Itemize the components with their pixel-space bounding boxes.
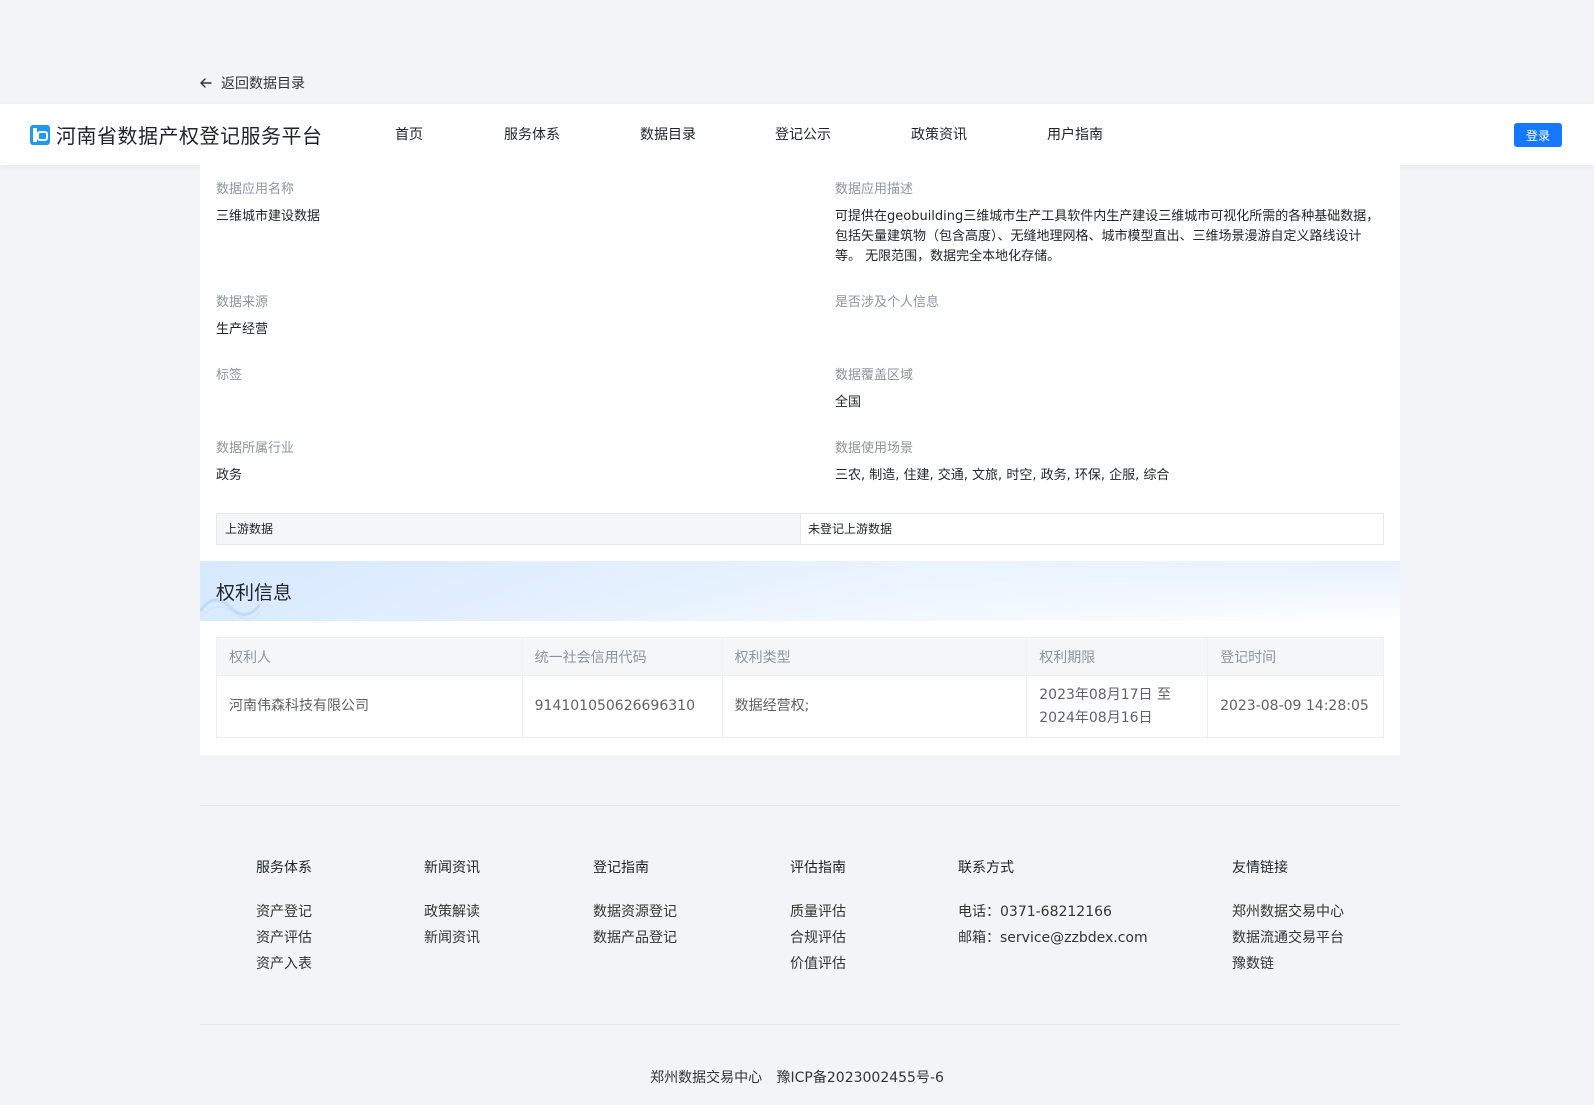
footer-link[interactable]: 价值评估 — [790, 951, 846, 977]
field-label: 数据来源 — [216, 295, 269, 310]
field-app-name: 数据应用名称 三维城市建设数据 — [216, 181, 776, 227]
cell-right-period: 2023年08月17日 至 2024年08月16日 — [1026, 675, 1209, 738]
footer-heading: 评估指南 — [790, 860, 846, 876]
period-start: 2023年08月17日 至 — [1039, 686, 1171, 703]
icp-number[interactable]: 豫ICP备2023002455号-6 — [777, 1070, 944, 1086]
copyright-bar: 郑州数据交易中心 豫ICP备2023002455号-6 — [0, 1067, 1594, 1087]
cell-reg-time: 2023-08-09 14:28:05 — [1207, 675, 1384, 738]
footer-col-contact: 联系方式 电话：0371-68212166 邮箱：service@zzbdex.… — [958, 857, 1148, 951]
footer-heading: 友情链接 — [1232, 860, 1288, 876]
footer-divider-top — [200, 805, 1400, 806]
nav-item-policy[interactable]: 政策资讯 — [911, 124, 967, 144]
field-label: 数据所属行业 — [216, 441, 295, 456]
site-title: 河南省数据产权登记服务平台 — [56, 124, 323, 148]
footer-link[interactable]: 资产登记 — [256, 899, 312, 925]
footer-link[interactable]: 郑州数据交易中心 — [1232, 899, 1344, 925]
field-label: 数据应用描述 — [835, 182, 914, 197]
nav-item-services[interactable]: 服务体系 — [504, 124, 560, 144]
cell-credit-code: 914101050626696310 — [521, 675, 723, 738]
footer-phone: 电话：0371-68212166 — [958, 904, 1112, 920]
footer-link[interactable]: 新闻资讯 — [424, 925, 480, 951]
column-header-holder: 权利人 — [216, 637, 523, 676]
field-app-description: 数据应用描述 可提供在geobuilding三维城市生产工具软件内生产建设三维城… — [835, 181, 1384, 267]
field-value: 全国 — [835, 395, 862, 410]
footer-col-friend-links: 友情链接 郑州数据交易中心 数据流通交易平台 豫数链 — [1232, 857, 1344, 977]
footer-link[interactable]: 数据产品登记 — [593, 925, 677, 951]
field-label: 数据使用场景 — [835, 441, 914, 456]
upstream-data-value: 未登记上游数据 — [808, 522, 893, 536]
field-label: 数据覆盖区域 — [835, 368, 914, 383]
column-header-right-type: 权利类型 — [721, 637, 1028, 676]
field-usage-scenarios: 数据使用场景 三农, 制造, 住建, 交通, 文旅, 时空, 政务, 环保, 企… — [835, 440, 1384, 486]
field-tags: 标签 — [216, 367, 776, 393]
footer-link[interactable]: 豫数链 — [1232, 951, 1344, 977]
copyright-org: 郑州数据交易中心 — [650, 1070, 763, 1086]
upstream-data-row: 上游数据 未登记上游数据 — [216, 513, 1384, 545]
table-header-row: 权利人 统一社会信用代码 权利类型 权利期限 登记时间 — [216, 637, 1384, 676]
field-data-source: 数据来源 生产经营 — [216, 294, 776, 340]
column-header-right-period: 权利期限 — [1026, 637, 1209, 676]
footer-link[interactable]: 数据流通交易平台 — [1232, 925, 1344, 951]
rights-section-title: 权利信息 — [216, 582, 293, 604]
footer-heading: 联系方式 — [958, 860, 1014, 876]
footer-heading: 登记指南 — [593, 860, 649, 876]
field-industry: 数据所属行业 政务 — [216, 440, 776, 486]
upstream-data-label: 上游数据 — [217, 514, 801, 544]
footer-link[interactable]: 资产评估 — [256, 925, 312, 951]
field-value: 政务 — [216, 468, 243, 483]
footer-col-news: 新闻资讯 政策解读 新闻资讯 — [424, 857, 480, 951]
banner-decoration — [200, 561, 1400, 621]
brand[interactable]: 河南省数据产权登记服务平台 — [30, 120, 323, 149]
column-header-credit-code: 统一社会信用代码 — [521, 637, 723, 676]
footer-link[interactable]: 数据资源登记 — [593, 899, 677, 925]
footer-divider-bottom — [200, 1024, 1400, 1025]
nav-item-guide[interactable]: 用户指南 — [1047, 124, 1103, 144]
field-label: 是否涉及个人信息 — [835, 295, 940, 310]
nav-item-announcements[interactable]: 登记公示 — [775, 124, 831, 144]
field-label: 标签 — [216, 368, 243, 383]
rights-section-header: 权利信息 — [200, 561, 1400, 621]
footer-link[interactable]: 政策解读 — [424, 899, 480, 925]
rights-table: 权利人 统一社会信用代码 权利类型 权利期限 登记时间 河南伟森科技有限公司 9… — [216, 637, 1384, 738]
back-to-catalog-link[interactable]: 返回数据目录 — [199, 73, 305, 93]
footer-link[interactable]: 质量评估 — [790, 899, 846, 925]
footer-email[interactable]: 邮箱：service@zzbdex.com — [958, 925, 1148, 951]
field-value: 三农, 制造, 住建, 交通, 文旅, 时空, 政务, 环保, 企服, 综合 — [835, 468, 1170, 483]
detail-card: 数据应用名称 三维城市建设数据 数据应用描述 可提供在geobuilding三维… — [200, 165, 1400, 755]
table-row: 河南伟森科技有限公司 914101050626696310 数据经营权; 202… — [216, 675, 1384, 738]
footer-col-registration-guide: 登记指南 数据资源登记 数据产品登记 — [593, 857, 677, 951]
top-navbar: 河南省数据产权登记服务平台 首页 服务体系 数据目录 登记公示 政策资讯 用户指… — [0, 104, 1594, 165]
field-value: 生产经营 — [216, 322, 269, 337]
footer-col-services: 服务体系 资产登记 资产评估 资产入表 — [256, 857, 312, 977]
platform-logo-icon — [30, 124, 50, 145]
period-end: 2024年08月16日 — [1039, 709, 1153, 726]
column-header-reg-time: 登记时间 — [1207, 637, 1384, 676]
footer-col-evaluation-guide: 评估指南 质量评估 合规评估 价值评估 — [790, 857, 846, 977]
cell-holder: 河南伟森科技有限公司 — [216, 675, 523, 738]
login-button[interactable]: 登录 — [1514, 123, 1562, 147]
footer-heading: 服务体系 — [256, 860, 312, 876]
field-personal-info: 是否涉及个人信息 — [835, 294, 1384, 320]
footer-link[interactable]: 合规评估 — [790, 925, 846, 951]
back-link-label: 返回数据目录 — [221, 76, 305, 92]
field-value: 可提供在geobuilding三维城市生产工具软件内生产建设三维城市可视化所需的… — [835, 209, 1380, 264]
field-value: 三维城市建设数据 — [216, 209, 321, 224]
arrow-left-icon — [200, 78, 212, 88]
field-label: 数据应用名称 — [216, 182, 295, 197]
nav-item-catalog[interactable]: 数据目录 — [640, 124, 696, 144]
field-coverage-area: 数据覆盖区域 全国 — [835, 367, 1384, 413]
cell-right-type: 数据经营权; — [721, 675, 1028, 738]
footer-heading: 新闻资讯 — [424, 860, 480, 876]
nav-item-home[interactable]: 首页 — [395, 124, 423, 144]
footer-link[interactable]: 资产入表 — [256, 951, 312, 977]
